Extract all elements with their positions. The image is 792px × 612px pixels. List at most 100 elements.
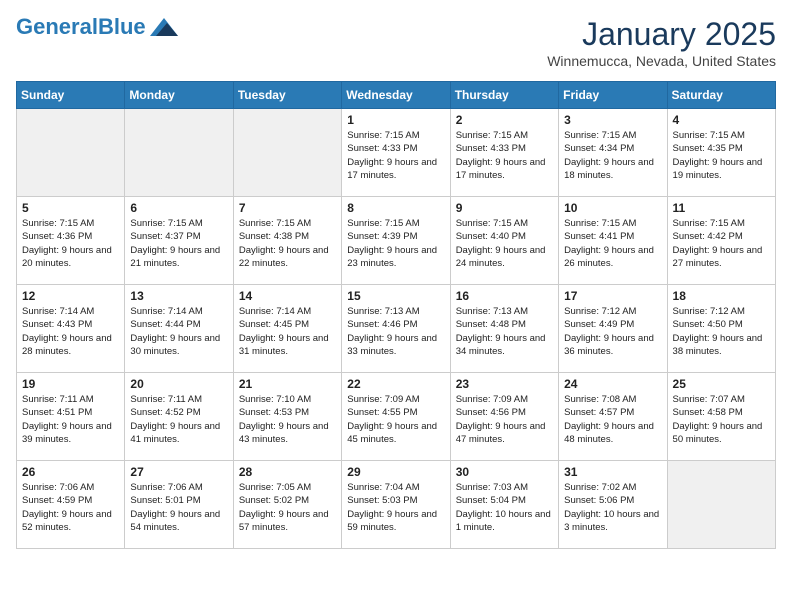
day-number: 1 — [347, 113, 444, 127]
location-title: Winnemucca, Nevada, United States — [547, 53, 776, 69]
day-number: 30 — [456, 465, 553, 479]
calendar-body: 1 Sunrise: 7:15 AMSunset: 4:33 PMDaylight… — [17, 109, 776, 549]
day-info: Sunrise: 7:09 AMSunset: 4:55 PMDaylight:… — [347, 393, 444, 446]
calendar-cell: 24 Sunrise: 7:08 AMSunset: 4:57 PMDayligh… — [559, 373, 667, 461]
title-block: January 2025 Winnemucca, Nevada, United … — [547, 16, 776, 69]
day-info: Sunrise: 7:05 AMSunset: 5:02 PMDaylight:… — [239, 481, 336, 534]
calendar-cell: 16 Sunrise: 7:13 AMSunset: 4:48 PMDayligh… — [450, 285, 558, 373]
day-number: 15 — [347, 289, 444, 303]
day-info: Sunrise: 7:04 AMSunset: 5:03 PMDaylight:… — [347, 481, 444, 534]
calendar-cell: 21 Sunrise: 7:10 AMSunset: 4:53 PMDayligh… — [233, 373, 341, 461]
calendar-cell: 14 Sunrise: 7:14 AMSunset: 4:45 PMDayligh… — [233, 285, 341, 373]
logo-blue: Blue — [98, 14, 146, 39]
calendar-cell: 5 Sunrise: 7:15 AMSunset: 4:36 PMDaylight… — [17, 197, 125, 285]
day-number: 17 — [564, 289, 661, 303]
day-info: Sunrise: 7:15 AMSunset: 4:37 PMDaylight:… — [130, 217, 227, 270]
day-info: Sunrise: 7:15 AMSunset: 4:39 PMDaylight:… — [347, 217, 444, 270]
calendar-cell: 13Sunrise: 7:14 AMSunset: 4:44 PMDayligh… — [125, 285, 233, 373]
day-info: Sunrise: 7:15 AMSunset: 4:41 PMDaylight:… — [564, 217, 661, 270]
calendar-cell: 12 Sunrise: 7:14 AMSunset: 4:43 PMDayligh… — [17, 285, 125, 373]
day-number: 31 — [564, 465, 661, 479]
weekday-header-wednesday: Wednesday — [342, 82, 450, 109]
calendar-cell: 15 Sunrise: 7:13 AMSunset: 4:46 PMDayligh… — [342, 285, 450, 373]
day-info: Sunrise: 7:15 AMSunset: 4:34 PMDaylight:… — [564, 129, 661, 182]
day-number: 18 — [673, 289, 770, 303]
calendar-cell — [17, 109, 125, 197]
weekday-header-monday: Monday — [125, 82, 233, 109]
day-number: 11 — [673, 201, 770, 215]
weekday-header-sunday: Sunday — [17, 82, 125, 109]
day-number: 22 — [347, 377, 444, 391]
day-number: 19 — [22, 377, 119, 391]
weekday-header-friday: Friday — [559, 82, 667, 109]
calendar-cell: 8 Sunrise: 7:15 AMSunset: 4:39 PMDaylight… — [342, 197, 450, 285]
calendar-cell: 1 Sunrise: 7:15 AMSunset: 4:33 PMDaylight… — [342, 109, 450, 197]
day-number: 7 — [239, 201, 336, 215]
day-number: 23 — [456, 377, 553, 391]
calendar-cell: 9 Sunrise: 7:15 AMSunset: 4:40 PMDaylight… — [450, 197, 558, 285]
day-number: 5 — [22, 201, 119, 215]
day-info: Sunrise: 7:06 AMSunset: 4:59 PMDaylight:… — [22, 481, 119, 534]
calendar-cell: 18Sunrise: 7:12 AMSunset: 4:50 PMDayligh… — [667, 285, 775, 373]
header-row: SundayMondayTuesdayWednesdayThursdayFrid… — [17, 82, 776, 109]
calendar-cell: 25 Sunrise: 7:07 AMSunset: 4:58 PMDayligh… — [667, 373, 775, 461]
weekday-header-tuesday: Tuesday — [233, 82, 341, 109]
day-number: 28 — [239, 465, 336, 479]
day-number: 20 — [130, 377, 227, 391]
calendar-cell: 26 Sunrise: 7:06 AMSunset: 4:59 PMDayligh… — [17, 461, 125, 549]
calendar-cell — [233, 109, 341, 197]
day-info: Sunrise: 7:15 AMSunset: 4:40 PMDaylight:… — [456, 217, 553, 270]
day-info: Sunrise: 7:15 AMSunset: 4:38 PMDaylight:… — [239, 217, 336, 270]
day-number: 4 — [673, 113, 770, 127]
week-row-5: 26 Sunrise: 7:06 AMSunset: 4:59 PMDayligh… — [17, 461, 776, 549]
day-info: Sunrise: 7:14 AMSunset: 4:44 PMDaylight:… — [130, 305, 227, 358]
day-info: Sunrise: 7:15 AMSunset: 4:36 PMDaylight:… — [22, 217, 119, 270]
calendar-header: SundayMondayTuesdayWednesdayThursdayFrid… — [17, 82, 776, 109]
calendar-cell: 23 Sunrise: 7:09 AMSunset: 4:56 PMDayligh… — [450, 373, 558, 461]
calendar-cell: 20Sunrise: 7:11 AMSunset: 4:52 PMDayligh… — [125, 373, 233, 461]
day-info: Sunrise: 7:12 AMSunset: 4:49 PMDaylight:… — [564, 305, 661, 358]
day-number: 29 — [347, 465, 444, 479]
day-info: Sunrise: 7:06 AMSunset: 5:01 PMDaylight:… — [130, 481, 227, 534]
weekday-header-saturday: Saturday — [667, 82, 775, 109]
day-info: Sunrise: 7:10 AMSunset: 4:53 PMDaylight:… — [239, 393, 336, 446]
day-number: 2 — [456, 113, 553, 127]
calendar-table: SundayMondayTuesdayWednesdayThursdayFrid… — [16, 81, 776, 549]
day-number: 14 — [239, 289, 336, 303]
calendar-cell: 3 Sunrise: 7:15 AMSunset: 4:34 PMDaylight… — [559, 109, 667, 197]
day-info: Sunrise: 7:14 AMSunset: 4:45 PMDaylight:… — [239, 305, 336, 358]
day-info: Sunrise: 7:13 AMSunset: 4:46 PMDaylight:… — [347, 305, 444, 358]
day-info: Sunrise: 7:13 AMSunset: 4:48 PMDaylight:… — [456, 305, 553, 358]
calendar-cell: 10Sunrise: 7:15 AMSunset: 4:41 PMDayligh… — [559, 197, 667, 285]
day-info: Sunrise: 7:08 AMSunset: 4:57 PMDaylight:… — [564, 393, 661, 446]
calendar-cell: 29 Sunrise: 7:04 AMSunset: 5:03 PMDayligh… — [342, 461, 450, 549]
day-info: Sunrise: 7:07 AMSunset: 4:58 PMDaylight:… — [673, 393, 770, 446]
calendar-cell: 6 Sunrise: 7:15 AMSunset: 4:37 PMDaylight… — [125, 197, 233, 285]
day-number: 3 — [564, 113, 661, 127]
week-row-4: 19 Sunrise: 7:11 AMSunset: 4:51 PMDayligh… — [17, 373, 776, 461]
day-number: 26 — [22, 465, 119, 479]
day-number: 12 — [22, 289, 119, 303]
day-info: Sunrise: 7:15 AMSunset: 4:33 PMDaylight:… — [456, 129, 553, 182]
day-info: Sunrise: 7:14 AMSunset: 4:43 PMDaylight:… — [22, 305, 119, 358]
day-info: Sunrise: 7:02 AMSunset: 5:06 PMDaylight:… — [564, 481, 661, 534]
day-info: Sunrise: 7:11 AMSunset: 4:51 PMDaylight:… — [22, 393, 119, 446]
day-info: Sunrise: 7:03 AMSunset: 5:04 PMDaylight:… — [456, 481, 553, 534]
calendar-cell — [125, 109, 233, 197]
calendar-cell: 7 Sunrise: 7:15 AMSunset: 4:38 PMDaylight… — [233, 197, 341, 285]
day-number: 9 — [456, 201, 553, 215]
day-info: Sunrise: 7:09 AMSunset: 4:56 PMDaylight:… — [456, 393, 553, 446]
calendar-cell — [667, 461, 775, 549]
calendar-cell: 22 Sunrise: 7:09 AMSunset: 4:55 PMDayligh… — [342, 373, 450, 461]
calendar-cell: 30 Sunrise: 7:03 AMSunset: 5:04 PMDayligh… — [450, 461, 558, 549]
day-number: 25 — [673, 377, 770, 391]
day-info: Sunrise: 7:15 AMSunset: 4:35 PMDaylight:… — [673, 129, 770, 182]
day-info: Sunrise: 7:15 AMSunset: 4:33 PMDaylight:… — [347, 129, 444, 182]
week-row-1: 1 Sunrise: 7:15 AMSunset: 4:33 PMDaylight… — [17, 109, 776, 197]
day-number: 16 — [456, 289, 553, 303]
day-number: 6 — [130, 201, 227, 215]
day-number: 24 — [564, 377, 661, 391]
day-number: 21 — [239, 377, 336, 391]
day-number: 8 — [347, 201, 444, 215]
weekday-header-thursday: Thursday — [450, 82, 558, 109]
